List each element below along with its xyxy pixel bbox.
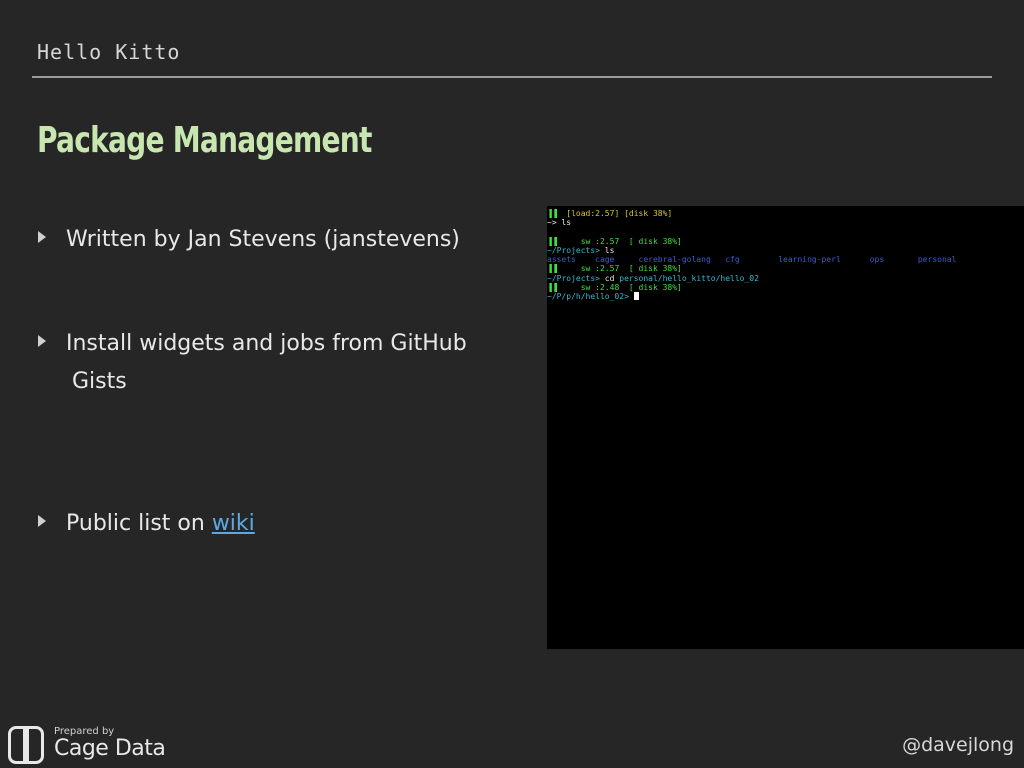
bullet-text: Written by Jan Stevens (janstevens) [66, 227, 460, 252]
cage-data-logo-icon [8, 726, 48, 764]
bullet-triangle-icon [38, 231, 46, 243]
bullet-triangle-icon [38, 335, 46, 347]
terminal-text: sw :2.48 [ disk 38%] [556, 283, 682, 292]
bullet-item-author: Written by Jan Stevens (janstevens) [38, 222, 460, 258]
terminal-text: ~> ls [547, 218, 572, 227]
terminal-text: cd [604, 274, 620, 283]
terminal-text: ~/P/p/h/hello_02> [547, 292, 634, 301]
header-title: Hello Kitto [37, 40, 181, 64]
terminal-text: ▌▌ [547, 264, 557, 273]
terminal-text: ▌▌ [547, 209, 557, 218]
terminal-text: ls [604, 246, 615, 255]
slide-title: Package Management [37, 120, 372, 161]
terminal-text: assets cage cerebral-golang cfg learning… [547, 255, 957, 264]
bullet-text: Public list on [66, 511, 212, 536]
terminal-text: personal/hello_kitto/hello_02 [619, 274, 759, 283]
terminal-text: ▌▌ [547, 237, 557, 246]
terminal-line: ~/P/p/h/hello_02> [547, 292, 639, 302]
header-divider [32, 76, 992, 78]
terminal-line: ~> ls [547, 218, 571, 228]
terminal-text: ▌▌ [547, 283, 557, 292]
wiki-link[interactable]: wiki [212, 511, 255, 536]
bullet-item-install: Install widgets and jobs from GitHub Gis… [38, 326, 467, 394]
bullet-text: Install widgets and jobs from GitHub [66, 331, 467, 356]
terminal-screenshot: ▌▌ [load:2.57] [disk 38%] ~> ls ▌▌ sw :2.5… [547, 206, 1024, 649]
brand-name: Cage Data [54, 736, 166, 761]
terminal-text: sw :2.57 [ disk 38%] [556, 264, 682, 273]
terminal-text: sw :2.57 [ disk 38%] [556, 237, 682, 246]
terminal-line: ▌▌ sw :2.57 [ disk 38%] [547, 264, 682, 274]
bullet-triangle-icon [38, 515, 46, 527]
terminal-text: ~/Projects> [547, 274, 605, 283]
terminal-text: ~/Projects> [547, 246, 605, 255]
author-handle: @davejlong [902, 734, 1014, 756]
terminal-cursor [633, 292, 639, 300]
bullet-item-public-list: Public list on wiki [38, 506, 255, 542]
bullet-continuation: Gists [72, 369, 127, 394]
terminal-text: [load:2.57] [disk 38%] [556, 209, 673, 218]
